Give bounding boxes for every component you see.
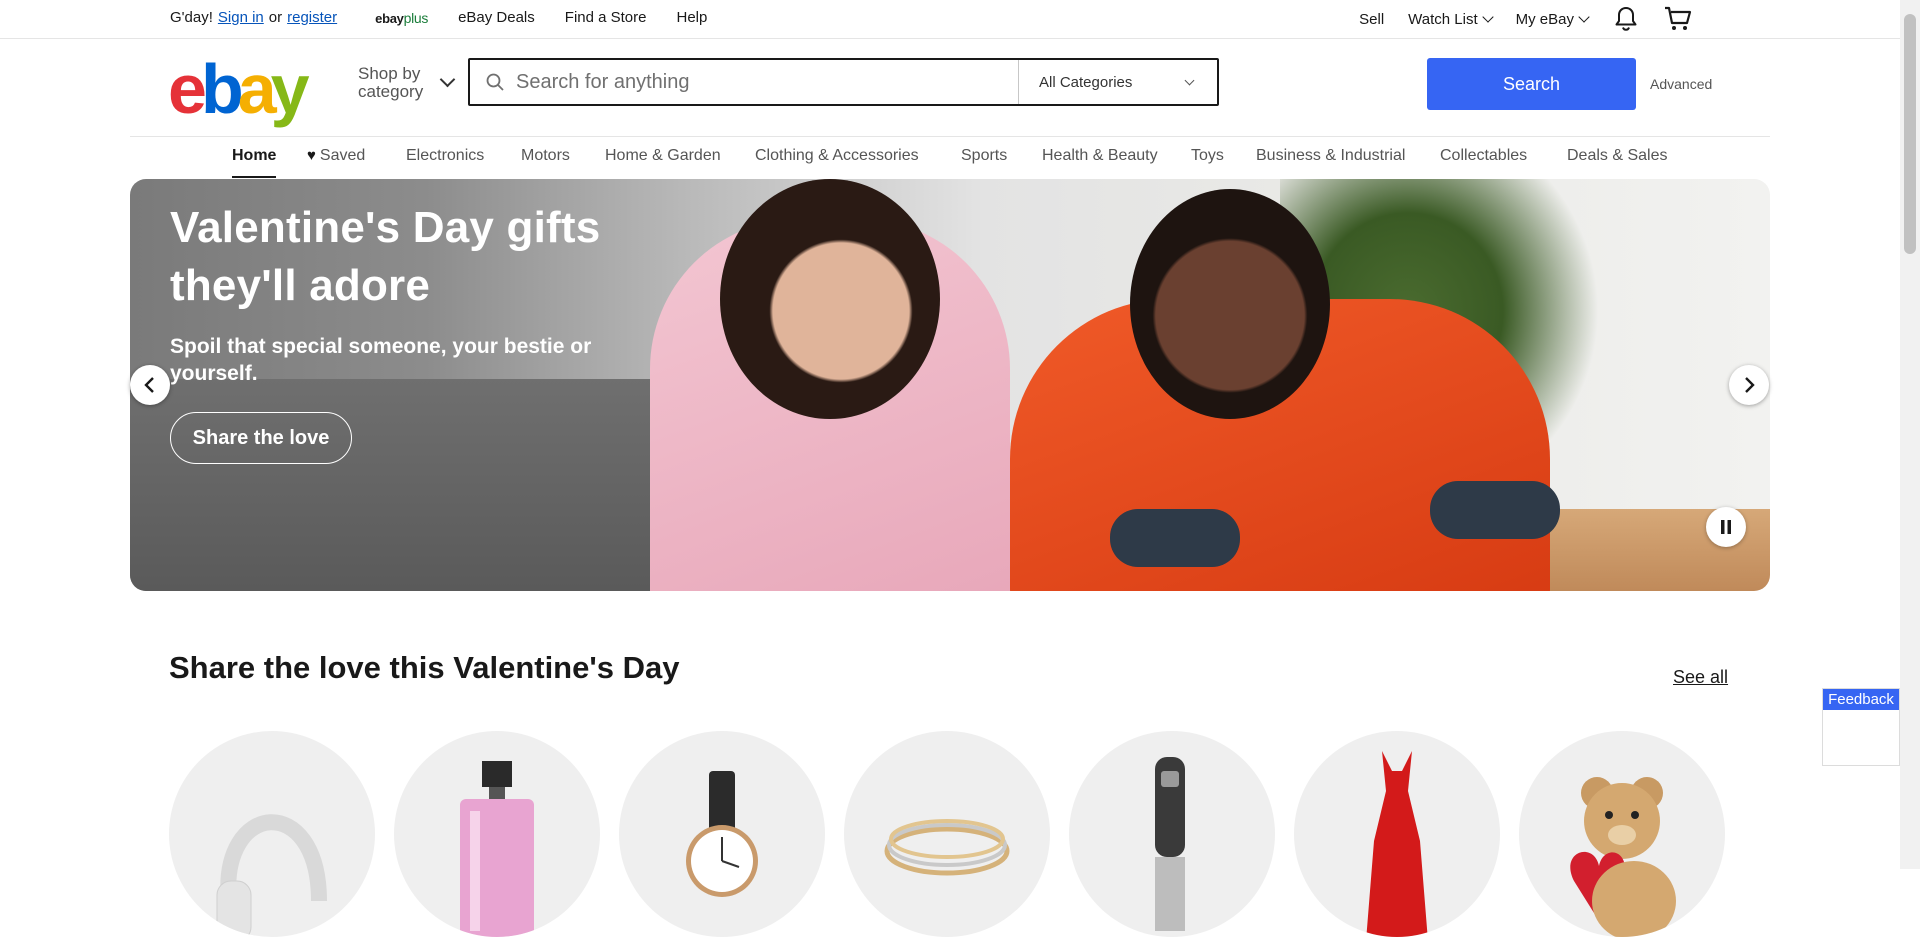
category-nav: Home ♥ Saved Electronics Motors Home & Ga… (0, 137, 1900, 179)
chevron-down-icon (439, 71, 456, 88)
category-select-value: All Categories (1039, 73, 1133, 91)
gift-item-watch[interactable] (619, 731, 825, 937)
cart-icon[interactable] (1664, 5, 1692, 33)
watch-list-menu[interactable]: Watch List (1408, 10, 1494, 28)
teddy-bear-image (1570, 777, 1676, 937)
nav-deals-sales[interactable]: Deals & Sales (1567, 147, 1668, 165)
ebay-plus-link[interactable]: ebay plus (375, 10, 428, 26)
gift-item-headphones[interactable] (169, 731, 375, 937)
headphones-image (216, 814, 327, 937)
ebay-plus-ebay: ebay (375, 10, 404, 26)
nav-collectables[interactable]: Collectables (1440, 147, 1527, 165)
register-link[interactable]: register (287, 9, 337, 26)
pause-icon (1721, 520, 1731, 534)
carousel-pause-button[interactable] (1706, 507, 1746, 547)
top-bar-right: Sell Watch List My eBay (1335, 0, 1692, 38)
hair-tool-image (1155, 757, 1185, 931)
section-title: Share the love this Valentine's Day (169, 650, 680, 685)
nav-toys[interactable]: Toys (1191, 147, 1224, 165)
category-select[interactable]: All Categories (1018, 60, 1217, 104)
game-controller-image (1110, 509, 1240, 567)
red-dress-image (1366, 751, 1428, 937)
my-ebay-label: My eBay (1515, 10, 1574, 28)
nav-home[interactable]: Home (232, 147, 277, 178)
hero-title: Valentine's Day gifts they'll adore (170, 203, 601, 310)
nav-home-garden[interactable]: Home & Garden (605, 147, 721, 165)
scrollbar-thumb[interactable] (1904, 14, 1916, 254)
hero-person-orange-head (1130, 189, 1330, 419)
search-button[interactable]: Search (1427, 58, 1636, 110)
gift-category-carousel (169, 731, 1744, 937)
search-icon (470, 60, 504, 104)
logo-letter-b: b (200, 50, 244, 128)
gift-item-bangles[interactable] (844, 731, 1050, 937)
advanced-search-link[interactable]: Advanced (1650, 76, 1712, 92)
header: ebay Shop by category All Categories Sea… (0, 38, 1900, 136)
sell-link[interactable]: Sell (1359, 11, 1384, 28)
nav-health-beauty[interactable]: Health & Beauty (1042, 147, 1158, 165)
sign-in-link[interactable]: Sign in (218, 9, 264, 26)
watch-image (686, 771, 758, 897)
logo-letter-e: e (168, 50, 207, 128)
nav-electronics[interactable]: Electronics (406, 147, 484, 165)
nav-motors[interactable]: Motors (521, 147, 570, 165)
feedback-button[interactable]: Feedback (1822, 688, 1900, 766)
find-a-store-link[interactable]: Find a Store (565, 9, 647, 26)
or-text: or (268, 9, 283, 26)
top-utility-bar: G'day! Sign in or register ebay plus eBay… (0, 0, 1900, 39)
perfume-image (460, 761, 534, 937)
search-input[interactable] (504, 60, 1018, 104)
bangles-image (884, 819, 1010, 876)
logo-letter-y: y (270, 50, 310, 128)
hero-banner[interactable]: Valentine's Day gifts they'll adore Spoi… (130, 179, 1770, 591)
nav-saved[interactable]: ♥ Saved (307, 147, 365, 165)
chevron-down-icon (1578, 10, 1590, 23)
carousel-next-button[interactable] (1729, 365, 1769, 405)
chevron-down-icon (1481, 10, 1494, 23)
nav-saved-label: Saved (319, 147, 366, 164)
search-bar: All Categories (468, 58, 1219, 106)
shop-by-line1: Shop by (358, 64, 421, 83)
feedback-label: Feedback (1823, 689, 1899, 710)
logo-letter-a: a (237, 50, 277, 128)
bell-icon[interactable] (1612, 5, 1640, 33)
nav-sports[interactable]: Sports (961, 147, 1007, 165)
chevron-left-icon (144, 377, 154, 393)
page-scrollbar[interactable] (1900, 0, 1920, 869)
gift-item-red-dress[interactable] (1294, 731, 1500, 937)
ebay-logo[interactable]: ebay (168, 54, 310, 124)
shop-by-line2: category (358, 82, 424, 101)
ebay-plus-plus: plus (403, 9, 429, 26)
top-bar-left: G'day! Sign in or register ebay plus eBay… (170, 9, 707, 26)
help-link[interactable]: Help (677, 9, 708, 26)
greeting-text: G'day! (170, 9, 213, 26)
ebay-deals-link[interactable]: eBay Deals (458, 9, 535, 26)
chevron-right-icon (1745, 377, 1755, 393)
watch-list-label: Watch List (1408, 10, 1478, 28)
see-all-link[interactable]: See all (1673, 667, 1728, 688)
carousel-prev-button[interactable] (130, 365, 170, 405)
gift-item-hair-tool[interactable] (1069, 731, 1275, 937)
gift-item-perfume[interactable] (394, 731, 600, 937)
hero-person-pink-head (720, 179, 940, 419)
gift-item-teddy-bear[interactable] (1519, 731, 1725, 937)
nav-business-industrial[interactable]: Business & Industrial (1256, 147, 1405, 165)
heart-icon: ♥ (307, 147, 316, 164)
share-the-love-button[interactable]: Share the love (170, 412, 352, 464)
hero-copy: Valentine's Day gifts they'll adore Spoi… (170, 199, 610, 387)
chevron-down-icon (1184, 75, 1195, 86)
game-controller-image (1430, 481, 1560, 539)
shop-by-category-button[interactable]: Shop by category (358, 64, 456, 101)
hero-subtitle: Spoil that special someone, your bestie … (170, 335, 592, 385)
nav-clothing-accessories[interactable]: Clothing & Accessories (755, 147, 919, 165)
my-ebay-menu[interactable]: My eBay (1515, 10, 1590, 28)
